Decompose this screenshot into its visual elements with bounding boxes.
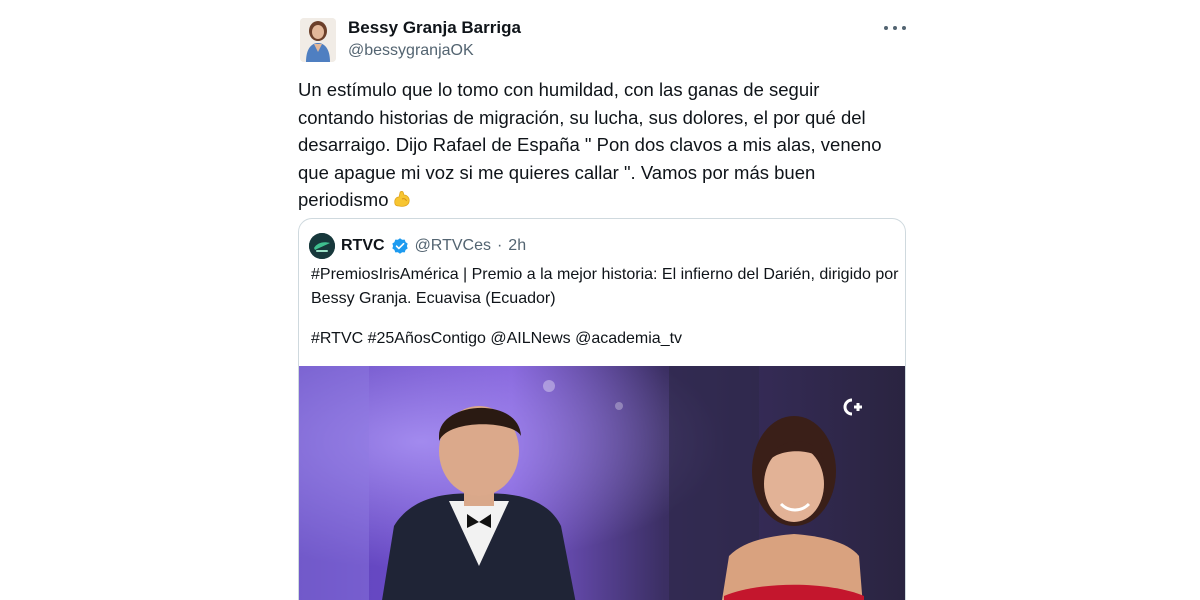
tv-watermark-icon [843, 398, 862, 416]
flexed-biceps-icon [393, 191, 410, 207]
verified-badge-icon [391, 238, 408, 254]
quoted-author-name[interactable]: RTVC [341, 237, 385, 255]
rtvc-logo-icon [309, 233, 335, 259]
tweet-text: Un estímulo que lo tomo con humildad, co… [298, 79, 882, 210]
more-icon[interactable] [884, 20, 906, 36]
rtvc-avatar[interactable] [309, 233, 335, 259]
more-dot [884, 26, 888, 30]
more-dot [893, 26, 897, 30]
quoted-timestamp[interactable]: 2h [508, 237, 526, 255]
tweet-header: Bessy Granja Barriga @bessygranjaOK [296, 14, 912, 64]
separator-dot: · [496, 237, 503, 254]
tweet-body: Un estímulo que lo tomo con humildad, co… [298, 76, 898, 214]
author-name[interactable]: Bessy Granja Barriga [348, 18, 521, 38]
author-handle[interactable]: @bessygranjaOK [348, 42, 474, 60]
quoted-author-handle[interactable]: @RTVCes [415, 237, 491, 255]
author-avatar[interactable] [300, 18, 336, 62]
tweet-card: Bessy Granja Barriga @bessygranjaOK Un e… [296, 0, 912, 600]
quoted-tweet-header: RTVC @RTVCes · 2h [309, 233, 526, 259]
quoted-media-image[interactable] [299, 366, 905, 600]
quoted-tweet-tags[interactable]: #RTVC #25AñosContigo @AILNews @academia_… [311, 327, 901, 351]
award-show-photo [299, 366, 905, 600]
quoted-tweet[interactable]: RTVC @RTVCes · 2h #PremiosIrisAmérica | … [298, 218, 906, 600]
avatar-image [300, 18, 336, 62]
quoted-tweet-text: #PremiosIrisAmérica | Premio a la mejor … [311, 266, 899, 307]
more-dot [902, 26, 906, 30]
